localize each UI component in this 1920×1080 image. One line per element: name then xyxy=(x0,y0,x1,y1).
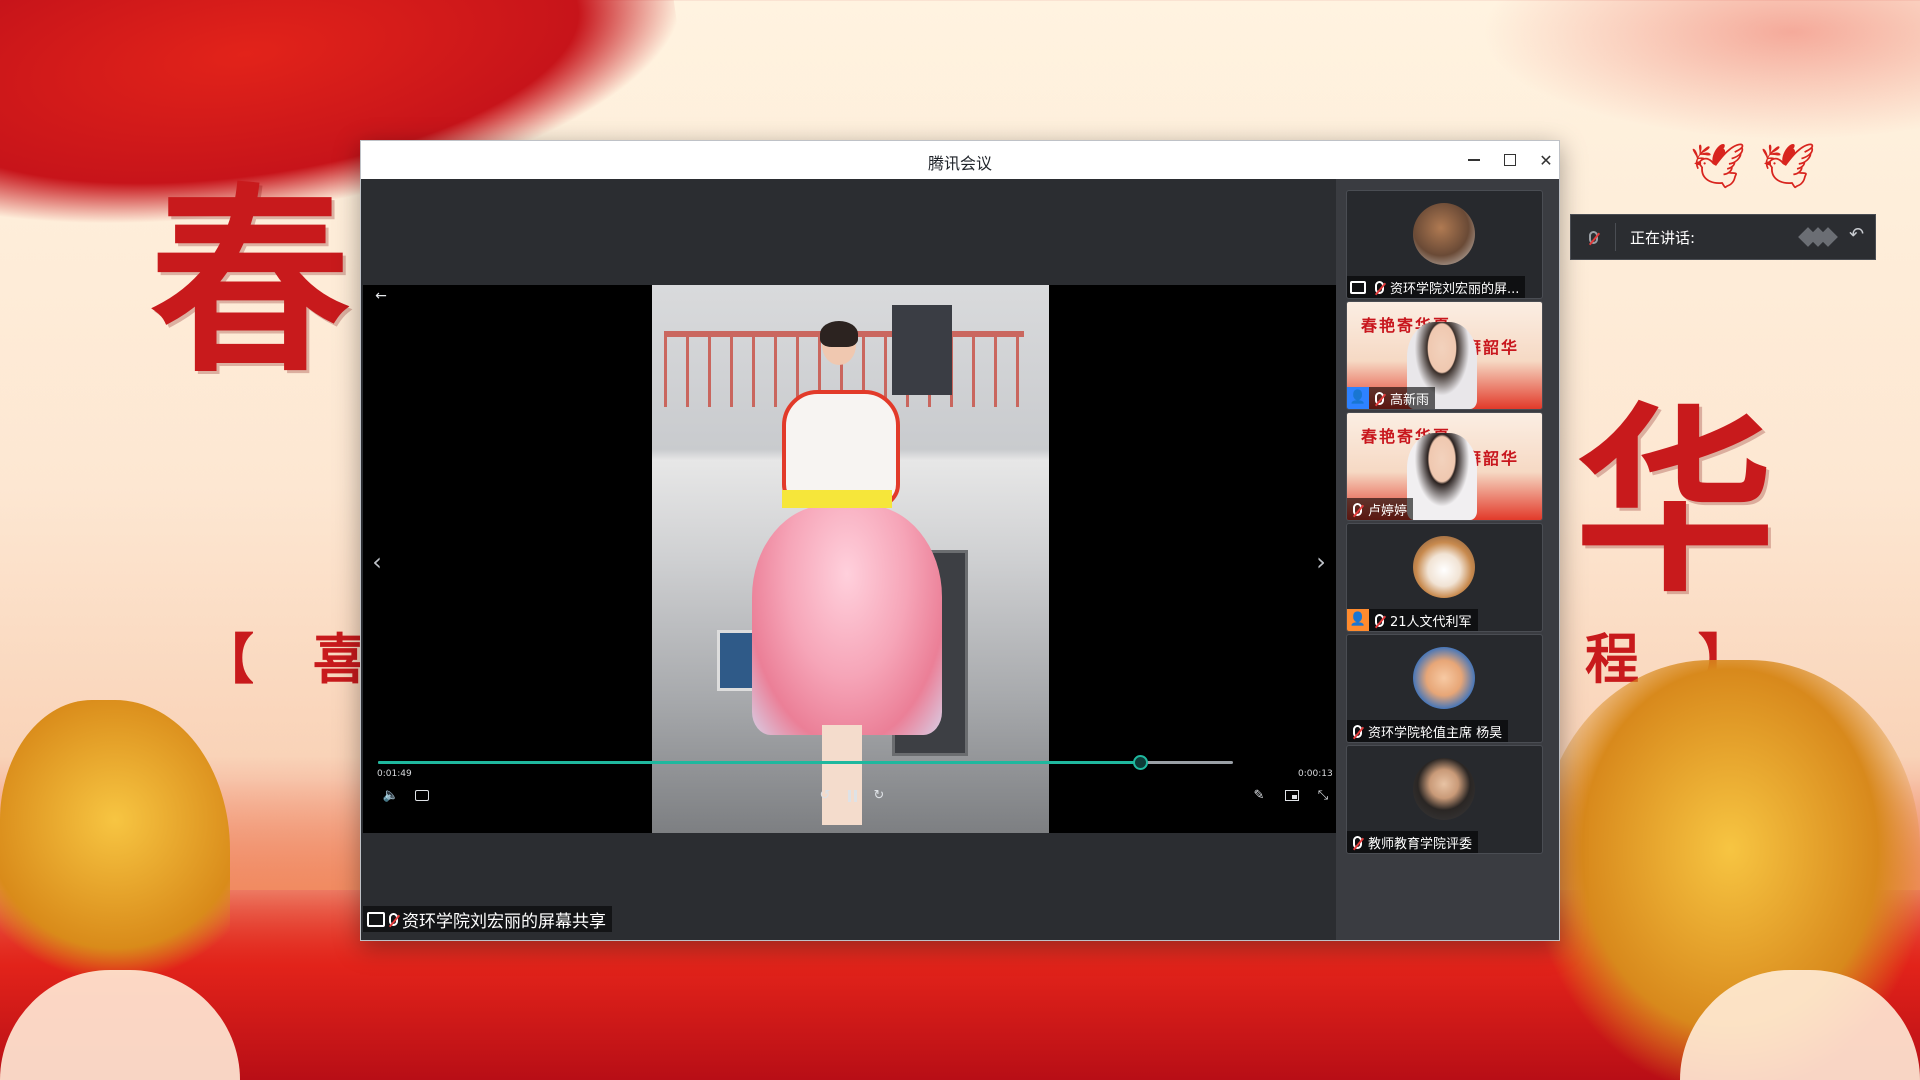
speaking-label: 正在讲话: xyxy=(1630,228,1696,247)
minimize-button[interactable] xyxy=(1459,145,1489,175)
screen-share-stage: ← ‹ › 0:01:49 0:00:13 🔈 ↺ ↻ ✎ ⤡ 资环学院刘宏丽的… xyxy=(361,179,1362,940)
participant-card[interactable]: 资环学院刘宏丽的屏... xyxy=(1346,190,1543,299)
participant-label: 👤 高新雨 xyxy=(1347,387,1436,409)
participant-name: 教师教育学院评委 xyxy=(1368,836,1473,852)
window-title: 腾讯会议 xyxy=(927,154,992,173)
mic-muted-icon xyxy=(389,912,398,926)
mic-muted-icon xyxy=(1353,835,1362,849)
participant-avatar xyxy=(1413,536,1475,598)
participant-label: 资环学院刘宏丽的屏... xyxy=(1347,276,1526,298)
mic-icon xyxy=(1588,230,1598,244)
picture-in-picture-button[interactable] xyxy=(1280,784,1304,808)
total-time: 0:00:13 xyxy=(1298,769,1333,779)
forward-30-icon[interactable]: ↻ xyxy=(867,784,891,808)
screen-share-icon xyxy=(1347,276,1369,298)
video-window xyxy=(892,305,952,395)
speaking-mic xyxy=(1571,223,1616,251)
screen-share-text: 资环学院刘宏丽的屏幕共享 xyxy=(402,911,606,932)
screen-share-label: 资环学院刘宏丽的屏幕共享 xyxy=(363,906,612,932)
mic-muted-icon xyxy=(1375,280,1384,294)
subtitle-icon xyxy=(415,790,429,801)
participant-name: 资环学院刘宏丽的屏... xyxy=(1390,281,1520,297)
pen-icon[interactable]: ✎ xyxy=(1247,784,1271,808)
mic-muted-icon xyxy=(1375,613,1384,627)
participant-card[interactable]: 春艳寄华夏 澎湃韶华 👤 高新雨 xyxy=(1346,301,1543,410)
participant-label: 资环学院轮值主席 杨昊 xyxy=(1347,720,1509,742)
picture-in-picture-icon xyxy=(1285,790,1299,801)
pip-inner xyxy=(1292,795,1297,799)
dancer-legs xyxy=(822,725,862,825)
video-picture xyxy=(652,285,1049,833)
participant-name: 高新雨 xyxy=(1390,392,1430,408)
mic-muted-icon xyxy=(1375,391,1384,405)
participant-card[interactable]: 资环学院轮值主席 杨昊 xyxy=(1346,634,1543,743)
progress-bar[interactable] xyxy=(378,755,1233,770)
user-icon: 👤 xyxy=(1347,609,1369,631)
participant-label: 卢婷婷 xyxy=(1347,498,1414,520)
participant-name: 卢婷婷 xyxy=(1368,503,1408,519)
maximize-icon xyxy=(1504,154,1516,166)
current-time: 0:01:49 xyxy=(377,769,412,779)
participant-person xyxy=(1407,433,1477,520)
screen-share-icon xyxy=(367,911,385,927)
progress-fill xyxy=(378,761,1139,764)
rewind-10-icon[interactable]: ↺ xyxy=(813,784,837,808)
participant-name: 21人文代利军 xyxy=(1390,614,1472,630)
dancer-skirt xyxy=(752,505,942,735)
background-char-left: 春 xyxy=(150,165,351,400)
participant-name: 资环学院轮值主席 杨昊 xyxy=(1368,725,1503,741)
background-slogan-left: 【 喜 xyxy=(200,627,387,691)
background-ribbon-right xyxy=(1480,0,1920,140)
mic-muted-icon xyxy=(1353,502,1362,516)
background-lion-statue xyxy=(0,700,230,1000)
participant-list: 资环学院刘宏丽的屏... 春艳寄华夏 澎湃韶华 👤 高新雨 春艳寄华夏 澎湃韶华 xyxy=(1336,179,1559,940)
volume-icon[interactable]: 🔈 xyxy=(379,784,403,808)
participant-card[interactable]: 春艳寄华夏 澎湃韶华 卢婷婷 xyxy=(1346,412,1543,521)
speaking-indicator-panel[interactable]: 正在讲话: ↶ xyxy=(1570,214,1876,260)
minimize-icon xyxy=(1468,159,1480,161)
pause-button[interactable] xyxy=(840,784,864,808)
participant-label: 👤 21人文代利军 xyxy=(1347,609,1478,631)
exit-fullscreen-icon[interactable]: ⤡ xyxy=(1311,784,1335,808)
background-birds: 🕊🕊 xyxy=(1690,141,1830,192)
return-icon[interactable]: ↶ xyxy=(1849,224,1864,245)
title-bar[interactable]: 腾讯会议 ✕ xyxy=(361,141,1559,180)
close-button[interactable]: ✕ xyxy=(1531,145,1559,175)
dancer-hair xyxy=(820,321,858,347)
back-arrow-icon[interactable]: ← xyxy=(371,285,391,307)
progress-knob[interactable] xyxy=(1132,755,1148,770)
participant-avatar xyxy=(1413,647,1475,709)
dancer-sash xyxy=(782,490,892,508)
previous-arrow-icon[interactable]: ‹ xyxy=(367,547,387,577)
background-char-right: 华 xyxy=(1575,385,1776,620)
participant-card[interactable]: 教师教育学院评委 xyxy=(1346,745,1543,854)
participant-label: 教师教育学院评委 xyxy=(1347,831,1479,853)
drag-handle-icon[interactable] xyxy=(1798,225,1845,249)
pause-icon xyxy=(847,789,851,802)
close-icon: ✕ xyxy=(1539,150,1553,170)
participant-card[interactable]: 👤 21人文代利军 xyxy=(1346,523,1543,632)
subtitle-button[interactable] xyxy=(410,784,434,808)
participant-avatar xyxy=(1413,758,1475,820)
maximize-button[interactable] xyxy=(1495,145,1525,175)
mic-muted-icon xyxy=(1353,724,1362,738)
meeting-window: 腾讯会议 ✕ ← ‹ › 0:01:49 0:00:13 🔈 ↺ ↻ ✎ ⤡ 资… xyxy=(360,140,1560,941)
next-arrow-icon[interactable]: › xyxy=(1311,547,1331,577)
user-icon: 👤 xyxy=(1347,387,1369,409)
participant-avatar xyxy=(1413,203,1475,265)
video-player[interactable]: ← ‹ › 0:01:49 0:00:13 🔈 ↺ ↻ ✎ ⤡ xyxy=(363,285,1362,833)
pause-icon-bar xyxy=(853,789,857,802)
